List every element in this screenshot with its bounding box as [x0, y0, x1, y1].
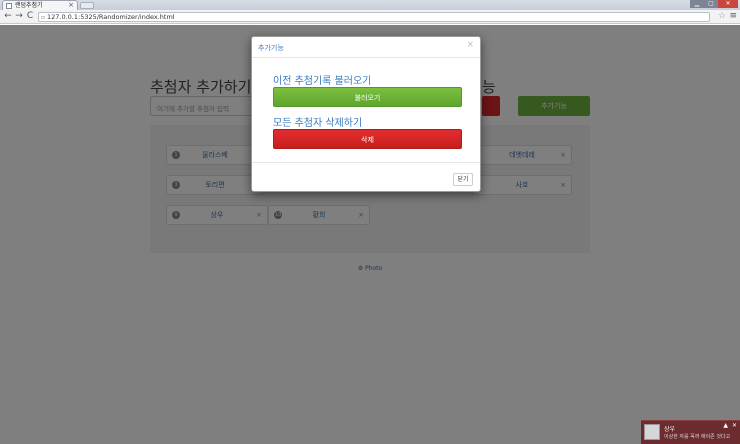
- notification-pin-icon[interactable]: ▲: [723, 422, 728, 429]
- tab-close-icon[interactable]: ×: [68, 1, 74, 10]
- notification-toast[interactable]: 상우 이상한 자를 꼭꺼 애이존 것다고 ▲ ✕: [641, 420, 740, 444]
- back-icon[interactable]: ←: [3, 11, 13, 22]
- modal-title: 추가기능: [258, 44, 284, 52]
- browser-titlebar: 랜덤추첨기 × ▁ ▢ ✕: [0, 0, 740, 10]
- notification-close-icon[interactable]: ✕: [732, 422, 737, 429]
- address-text: 127.0.0.1:5325/Randomizer/index.html: [47, 13, 175, 21]
- load-button[interactable]: 불러오기: [273, 87, 462, 107]
- delete-button[interactable]: 삭제: [273, 129, 462, 149]
- bookmark-star-icon[interactable]: ☆: [718, 10, 726, 23]
- menu-icon[interactable]: ≡: [729, 10, 737, 23]
- browser-toolbar: ← → C ▫ 127.0.0.1:5325/Randomizer/index.…: [0, 10, 740, 24]
- page-icon: [6, 3, 12, 9]
- browser-tab[interactable]: 랜덤추첨기 ×: [2, 0, 78, 10]
- modal-close-button[interactable]: 닫기: [453, 173, 473, 186]
- tab-title: 랜덤추첨기: [15, 2, 43, 9]
- load-history-heading: 이전 추첨기록 불러오기: [273, 76, 372, 87]
- maximize-button[interactable]: ▢: [704, 0, 718, 8]
- modal-close-icon[interactable]: ×: [466, 40, 474, 50]
- page-info-icon: ▫: [41, 14, 46, 21]
- notification-title: 상우: [664, 426, 676, 433]
- reload-icon[interactable]: C: [25, 11, 35, 22]
- new-tab-button[interactable]: [80, 2, 94, 9]
- notification-body: 이상한 자를 꼭꺼 애이존 것다고: [664, 434, 731, 440]
- address-bar[interactable]: ▫ 127.0.0.1:5325/Randomizer/index.html: [38, 12, 710, 22]
- forward-icon[interactable]: →: [14, 11, 24, 22]
- delete-all-heading: 모든 추첨자 삭제하기: [273, 118, 363, 129]
- modal-footer: 닫기: [252, 162, 480, 192]
- notification-avatar: [644, 424, 660, 440]
- window-close-button[interactable]: ✕: [718, 0, 738, 8]
- extra-features-modal: 추가기능 × 이전 추첨기록 불러오기 불러오기 모든 추첨자 삭제하기 삭제 …: [251, 36, 481, 192]
- minimize-button[interactable]: ▁: [690, 0, 704, 8]
- modal-header: 추가기능 ×: [252, 37, 480, 58]
